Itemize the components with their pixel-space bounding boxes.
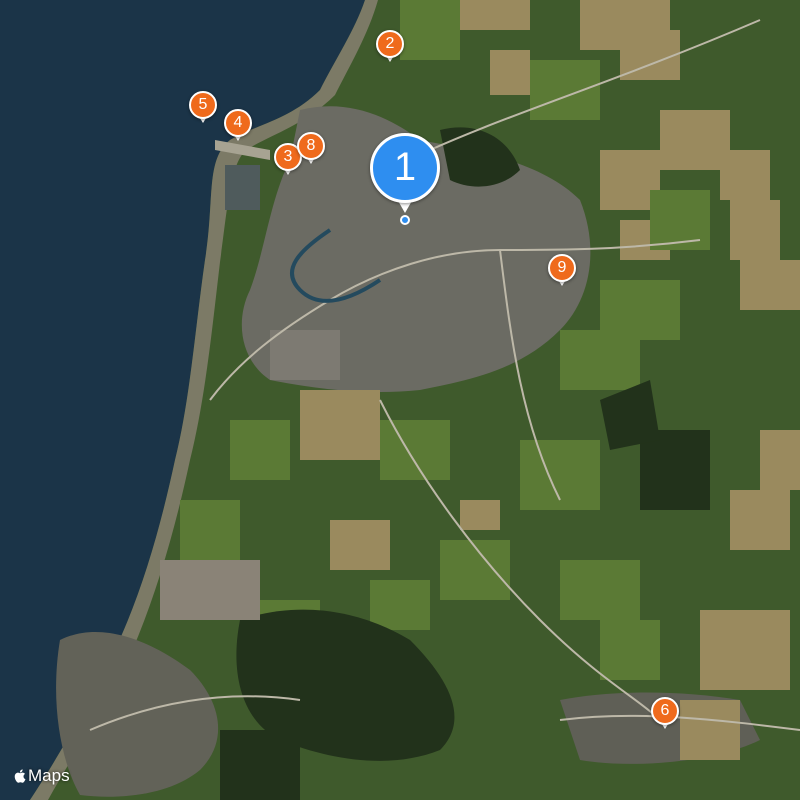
industrial-area [160,560,260,620]
marker-label: 8 [297,132,325,160]
industrial-area [270,330,340,380]
marker-label: 2 [376,30,404,58]
marker-label: 6 [651,697,679,725]
apple-logo-icon [14,769,26,783]
marker-label: 5 [189,91,217,119]
marker-label: 9 [548,254,576,282]
maps-attribution[interactable]: Maps [12,766,70,786]
marina [225,165,260,210]
marker-label: 1 [370,133,440,203]
marker-label: 4 [224,109,252,137]
satellite-map[interactable]: 1 2 3 4 5 6 8 9 Maps [0,0,800,800]
location-dot [400,215,410,225]
satellite-imagery [0,0,800,800]
attribution-label: Maps [28,766,70,785]
